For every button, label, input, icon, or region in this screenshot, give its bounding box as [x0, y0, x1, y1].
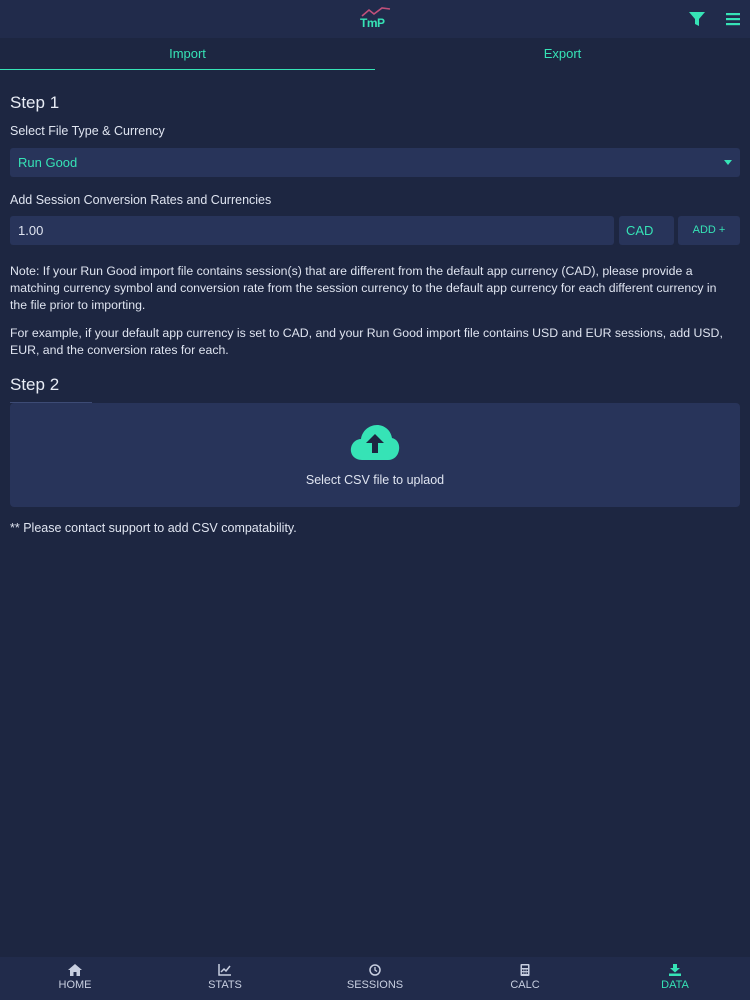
- add-currency-button[interactable]: ADD +: [678, 216, 740, 245]
- nav-stats[interactable]: STATS: [150, 957, 300, 1000]
- nav-calc[interactable]: CALC: [450, 957, 600, 1000]
- currency-example-note: For example, if your default app currenc…: [10, 326, 723, 357]
- conversion-rate-input[interactable]: [10, 216, 614, 245]
- nav-data-label: DATA: [661, 979, 689, 991]
- nav-home-label: HOME: [58, 979, 92, 991]
- file-type-label: Select File Type & Currency: [10, 124, 165, 138]
- hamburger-menu-icon[interactable]: [724, 10, 742, 28]
- tab-import[interactable]: Import: [0, 38, 375, 70]
- tab-export[interactable]: Export: [375, 38, 750, 70]
- currency-note: Note: If your Run Good import file conta…: [10, 264, 717, 312]
- logo-text: TmP: [360, 16, 385, 30]
- nav-sessions-label: SESSIONS: [346, 979, 404, 991]
- clock-icon: [369, 964, 381, 976]
- file-type-select[interactable]: Run Good: [10, 148, 740, 177]
- step-1-heading: Step 1: [10, 93, 60, 112]
- step-2-heading: Step 2: [10, 375, 60, 394]
- bottom-navigation: HOME STATS SESSIONS CALC DATA: [0, 957, 750, 1000]
- calculator-icon: [520, 964, 530, 976]
- currency-input[interactable]: CAD: [619, 216, 674, 245]
- import-export-tabs: Import Export: [0, 38, 750, 70]
- chevron-down-icon: [724, 160, 732, 165]
- app-logo: TmP: [360, 6, 392, 32]
- nav-home[interactable]: HOME: [0, 957, 150, 1000]
- conversion-rates-label: Add Session Conversion Rates and Currenc…: [10, 193, 272, 207]
- upload-label: Select CSV file to uplaod: [305, 473, 445, 487]
- nav-stats-label: STATS: [208, 979, 242, 991]
- nav-sessions[interactable]: SESSIONS: [300, 957, 450, 1000]
- chart-icon: [218, 964, 231, 976]
- csv-upload-area[interactable]: Select CSV file to uplaod: [10, 403, 740, 507]
- cloud-upload-icon: [350, 425, 400, 460]
- download-icon: [669, 964, 681, 976]
- nav-data[interactable]: DATA: [600, 957, 750, 1000]
- file-type-value: Run Good: [18, 155, 78, 170]
- home-icon: [68, 964, 82, 976]
- filter-icon[interactable]: [688, 10, 706, 28]
- nav-calc-label: CALC: [510, 979, 540, 991]
- top-app-bar: TmP: [0, 0, 750, 38]
- support-note: ** Please contact support to add CSV com…: [10, 521, 297, 535]
